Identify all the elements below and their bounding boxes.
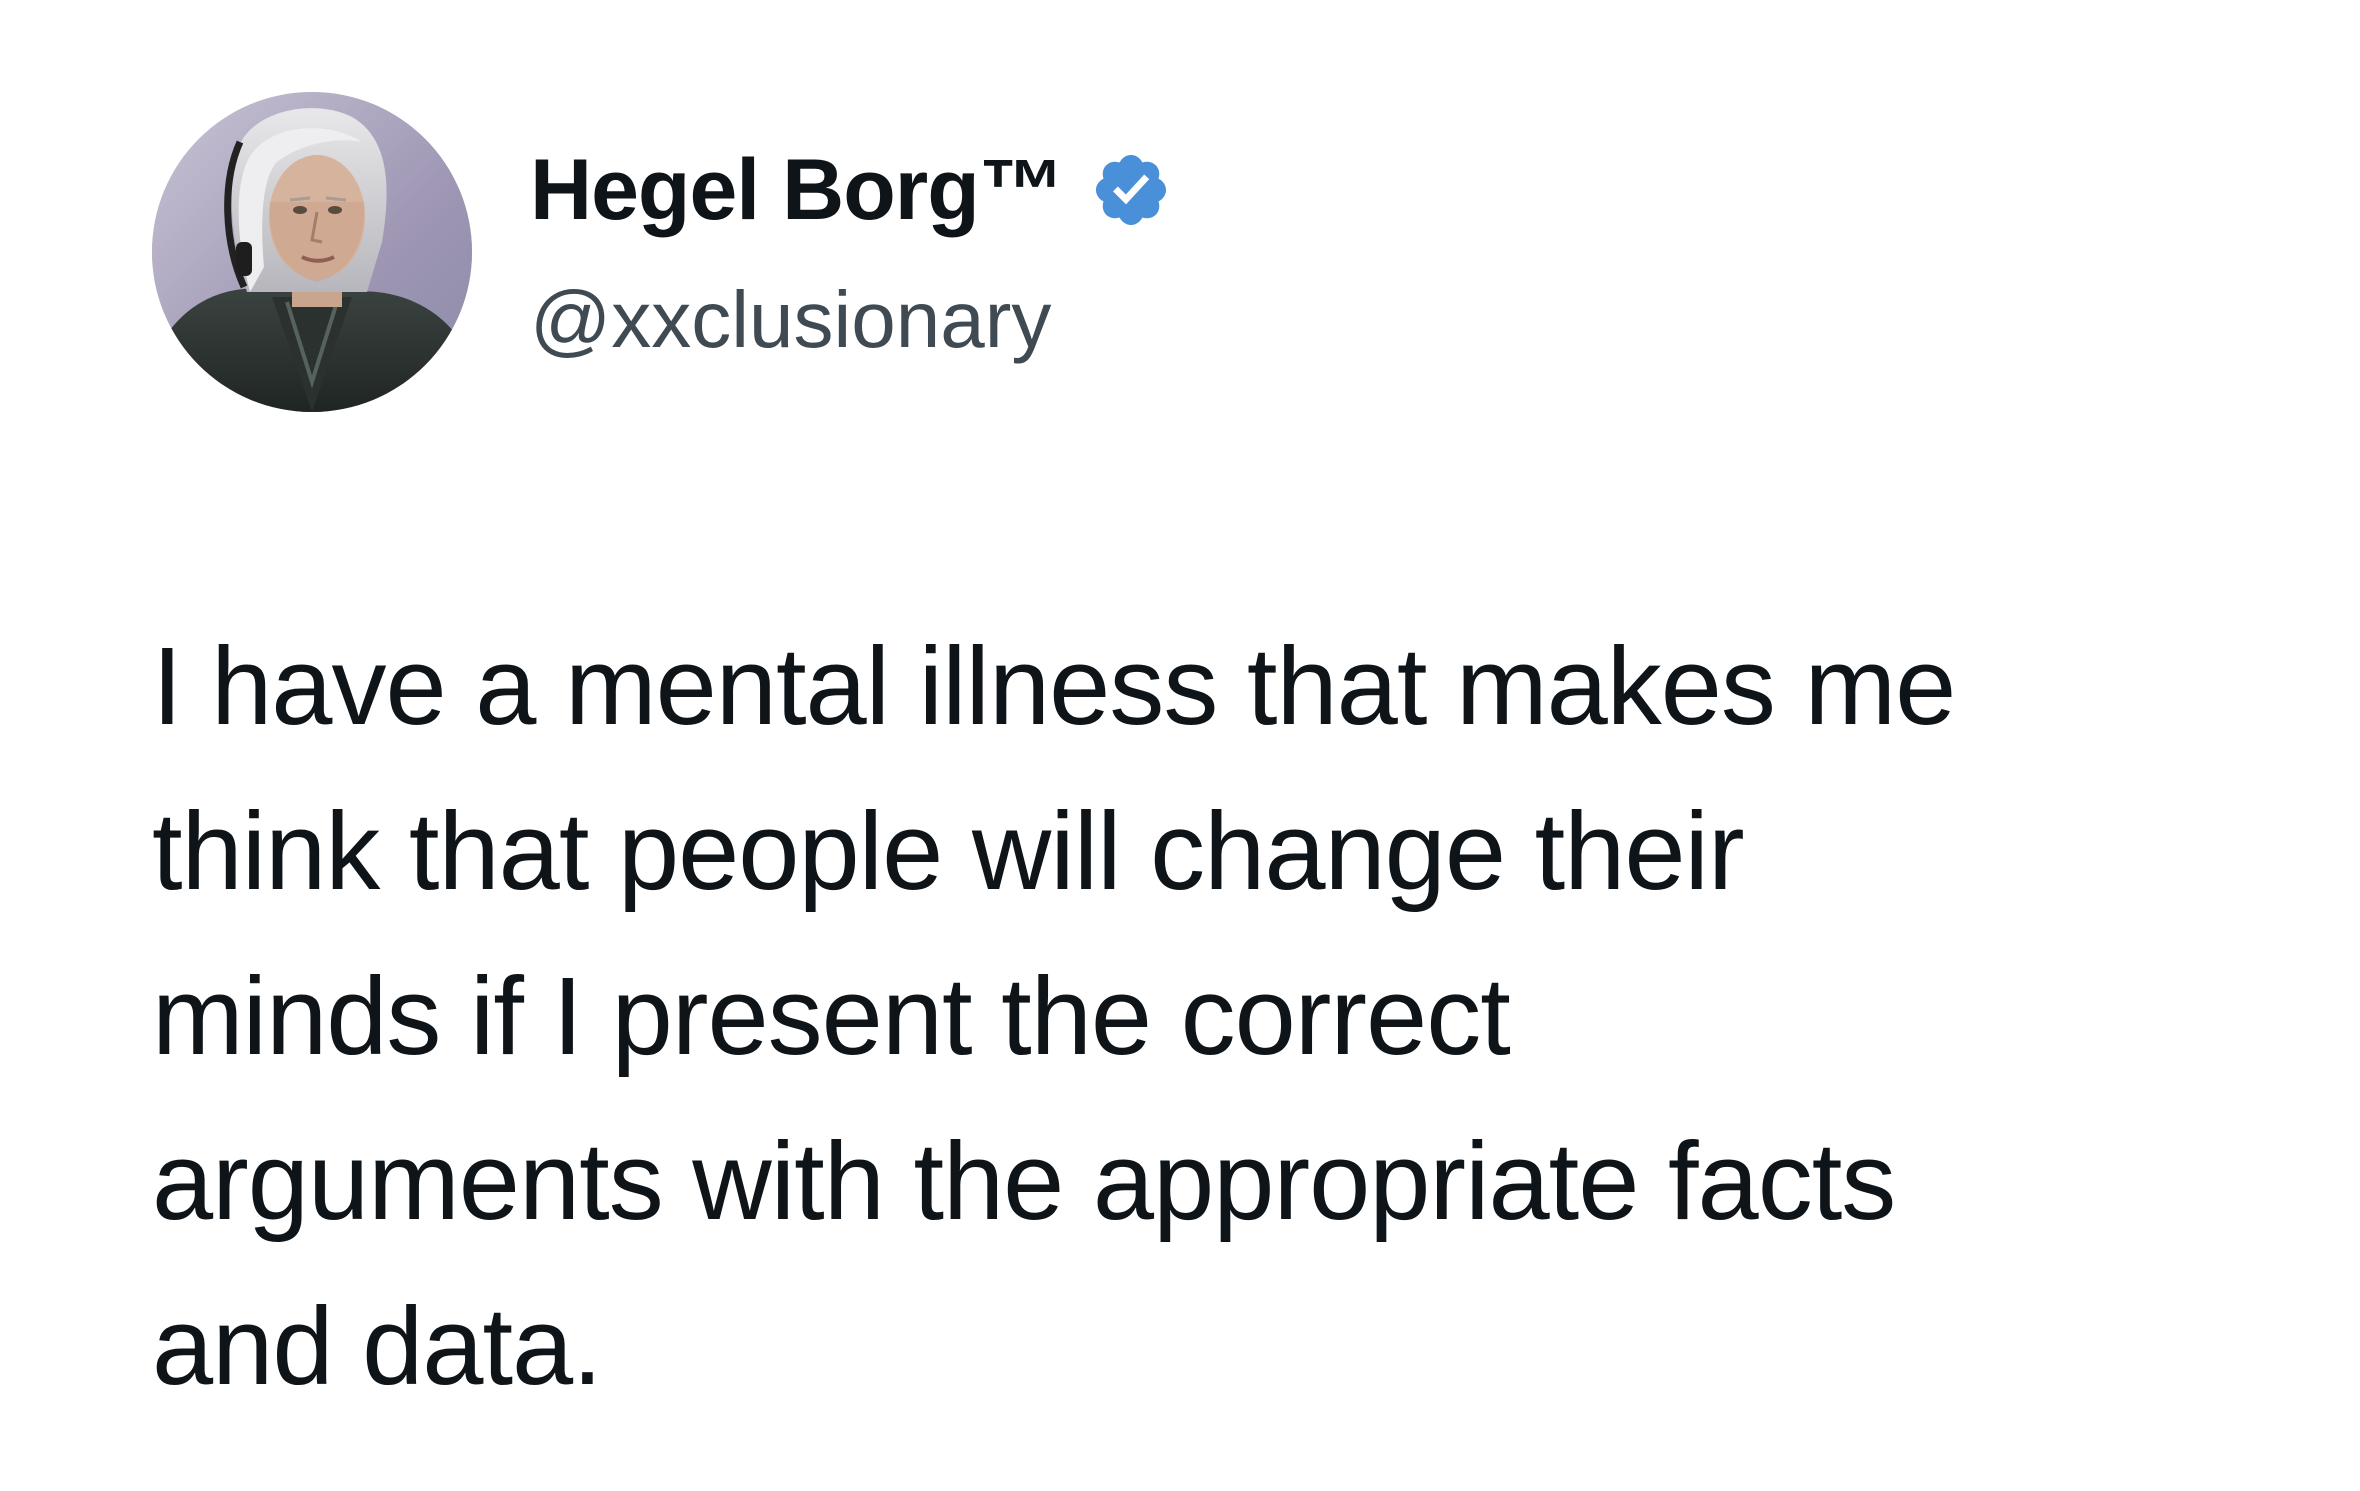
tweet-text: I have a mental illness that makes me th… xyxy=(152,604,2252,1429)
avatar-image xyxy=(152,92,472,412)
tweet-text-line: and data. xyxy=(152,1285,603,1408)
tweet-text-line: arguments with the appropriate facts xyxy=(152,1120,1896,1243)
tweet-text-line: think that people will change their xyxy=(152,790,1745,913)
tweet-text-line: I have a mental illness that makes me xyxy=(152,625,1956,748)
author-handle[interactable]: @xxclusionary xyxy=(530,270,1051,370)
tweet-card: Hegel Borg™ @xxclusionary I have a menta… xyxy=(0,0,2360,1491)
verified-badge-icon xyxy=(1090,149,1172,231)
tweet-text-line: minds if I present the correct xyxy=(152,955,1511,1078)
author-name-row: Hegel Borg™ xyxy=(530,140,1172,240)
display-name[interactable]: Hegel Borg™ xyxy=(530,140,1065,240)
avatar[interactable] xyxy=(152,92,472,412)
